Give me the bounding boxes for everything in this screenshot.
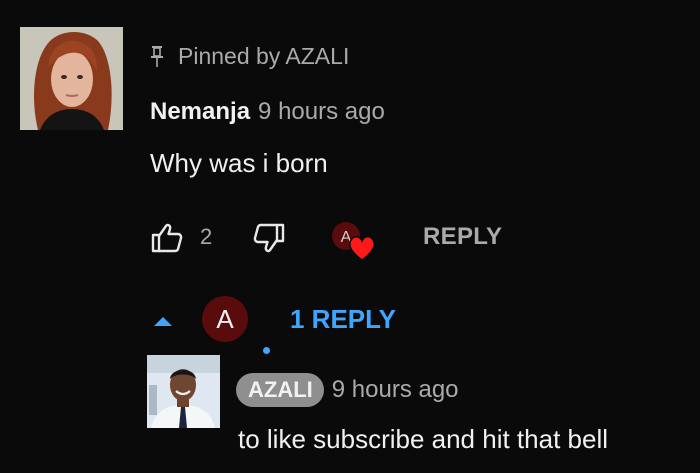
comment-author[interactable]: Nemanja	[150, 98, 250, 126]
comment-actions: 2 A REPLY	[150, 220, 570, 261]
reply-author-badge[interactable]: AZALI	[236, 373, 324, 407]
replies-toggle-button[interactable]: 1 REPLY	[290, 304, 396, 335]
like-count: 2	[200, 224, 213, 249]
pinned-label: Pinned by AZALI	[178, 42, 350, 69]
comment-header: Nemanja 9 hours ago	[150, 98, 385, 132]
commenter-avatar[interactable]	[20, 27, 123, 130]
reply-author-avatar: A	[202, 296, 248, 342]
creator-heart-icon[interactable]: A	[330, 220, 382, 266]
replies-toggle-row[interactable]: A 1 REPLY	[150, 296, 450, 346]
caret-up-icon[interactable]	[150, 312, 176, 330]
reply-header: AZALI 9 hours ago	[236, 372, 459, 408]
reply-avatar-image	[147, 355, 220, 428]
pinned-indicator: Pinned by AZALI	[150, 40, 349, 72]
reply-button[interactable]: REPLY	[423, 223, 502, 251]
pin-icon	[151, 46, 163, 67]
thumbs-up-icon[interactable]	[150, 222, 184, 254]
reply-text: to like subscribe and hit that bell	[238, 424, 608, 454]
reply-author-avatar-letter: A	[216, 303, 234, 334]
comment-text: Why was i born	[150, 148, 328, 178]
reply-avatar[interactable]	[147, 355, 220, 428]
thumbs-down-icon[interactable]	[252, 222, 286, 254]
new-reply-dot	[263, 347, 270, 354]
reply-timestamp[interactable]: 9 hours ago	[332, 376, 459, 404]
comment-timestamp[interactable]: 9 hours ago	[258, 98, 385, 126]
commenter-avatar-image	[20, 27, 123, 130]
